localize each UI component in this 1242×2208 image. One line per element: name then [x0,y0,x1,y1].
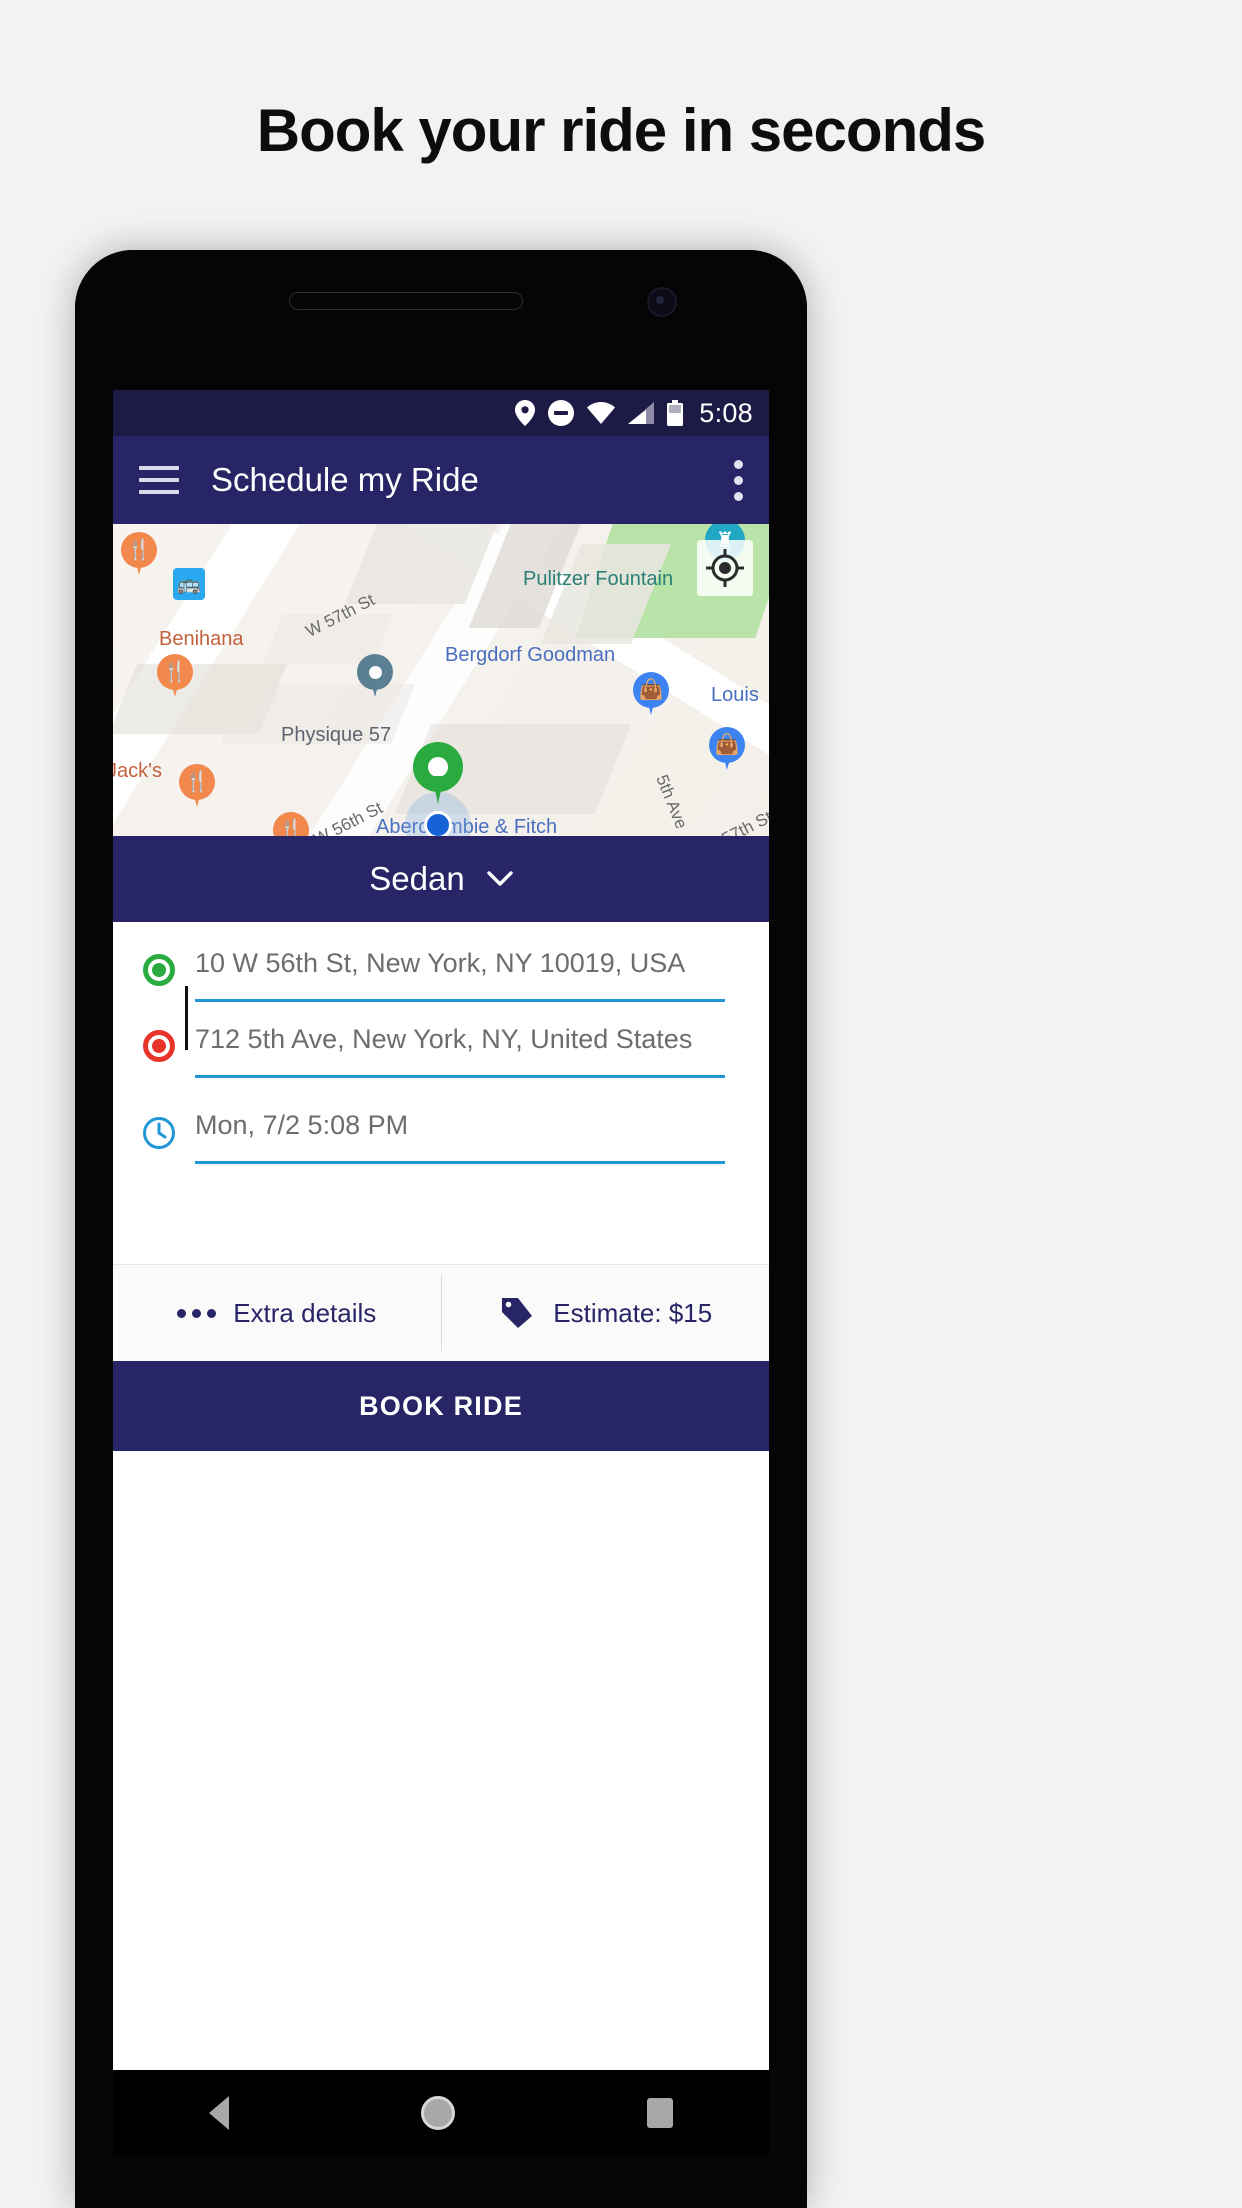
page-title: Book your ride in seconds [256,97,987,164]
status-bar: 5:08 [113,390,769,436]
price-tag-icon [502,1298,533,1328]
dropoff-underline [195,1075,725,1078]
chevron-down-icon [487,871,513,886]
android-nav-bar [113,2070,769,2156]
book-ride-button[interactable]: BOOK RIDE [113,1361,769,1451]
map-label: Louis [711,684,759,706]
restaurant-pin-icon[interactable]: 🍴 [179,764,215,810]
nav-recents-icon[interactable] [647,2098,673,2128]
earpiece-speaker [289,292,523,310]
app-bar: Schedule my Ride [113,436,769,524]
estimate-label: Estimate: $15 [553,1297,713,1328]
vehicle-type-label: Sedan [369,860,465,897]
front-camera [647,287,677,317]
shopping-pin-icon[interactable]: 👜 [709,727,745,773]
ride-time-value: Mon, 7/2 5:08 PM [195,1110,409,1140]
location-icon [515,400,536,426]
selected-location-marker[interactable] [413,742,463,806]
overflow-menu-icon[interactable] [733,459,743,501]
book-ride-label: BOOK RIDE [359,1390,523,1421]
time-underline [195,1161,725,1164]
nav-back-icon[interactable] [209,2096,229,2130]
restaurant-pin-icon[interactable]: 🍴 [121,532,157,578]
signal-icon [628,402,655,424]
pickup-address-value: 10 W 56th St, New York, NY 10019, USA [195,948,686,978]
battery-icon [667,400,684,426]
dropoff-address-value: 712 5th Ave, New York, NY, United States [195,1024,693,1054]
wifi-icon [587,402,616,424]
phone-screen: 5:08 Schedule my Ride BenihanaJack'sJoe'… [113,390,769,2070]
map-label: Benihana [159,628,244,650]
map-label: Pulitzer Fountain [523,568,674,590]
map-view[interactable]: BenihanaJack'sJoe's ShanghaiPhysique 57P… [113,524,769,836]
map-label: Physique 57 [281,724,392,746]
app-bar-title: Schedule my Ride [211,461,479,498]
shopping-pin-icon[interactable]: 👜 [633,672,669,718]
time-field-row[interactable]: Mon, 7/2 5:08 PM [113,1110,769,1186]
dropoff-circle-icon [139,1024,179,1062]
phone-top-bezel [75,250,807,390]
vehicle-type-selector[interactable]: Sedan [113,836,769,922]
my-location-button[interactable] [697,540,753,596]
action-row: Extra details Estimate: $15 [113,1264,769,1361]
map-label: Bergdorf Goodman [445,644,616,666]
map-label: Jack's [113,760,162,782]
nav-home-icon[interactable] [421,2096,455,2130]
clock-icon [139,1110,179,1150]
estimate-button[interactable]: Estimate: $15 [442,1265,770,1361]
pickup-field-row[interactable]: 10 W 56th St, New York, NY 10019, USA [113,948,769,1050]
restaurant-pin-icon[interactable]: 🍴 [157,654,193,700]
three-dots-icon [177,1308,217,1318]
ride-form: 10 W 56th St, New York, NY 10019, USA 71… [113,922,769,1264]
extra-details-label: Extra details [233,1297,377,1328]
pickup-underline [195,999,725,1002]
phone-mockup: 5:08 Schedule my Ride BenihanaJack'sJoe'… [75,250,807,2208]
bus-stop-icon[interactable]: 🚌 [173,568,205,600]
my-location-crosshair-icon [706,549,744,587]
form-spacer [113,1186,769,1250]
pickup-circle-icon [139,948,179,986]
place-pin-icon[interactable] [357,654,393,700]
restaurant-pin-icon[interactable]: 🍴 [273,812,309,836]
extra-details-button[interactable]: Extra details [113,1265,441,1361]
hamburger-menu-icon[interactable] [139,466,179,494]
status-bar-clock: 5:08 [699,397,753,428]
dropoff-field-row[interactable]: 712 5th Ave, New York, NY, United States [113,1024,769,1100]
do-not-disturb-icon [548,400,575,426]
